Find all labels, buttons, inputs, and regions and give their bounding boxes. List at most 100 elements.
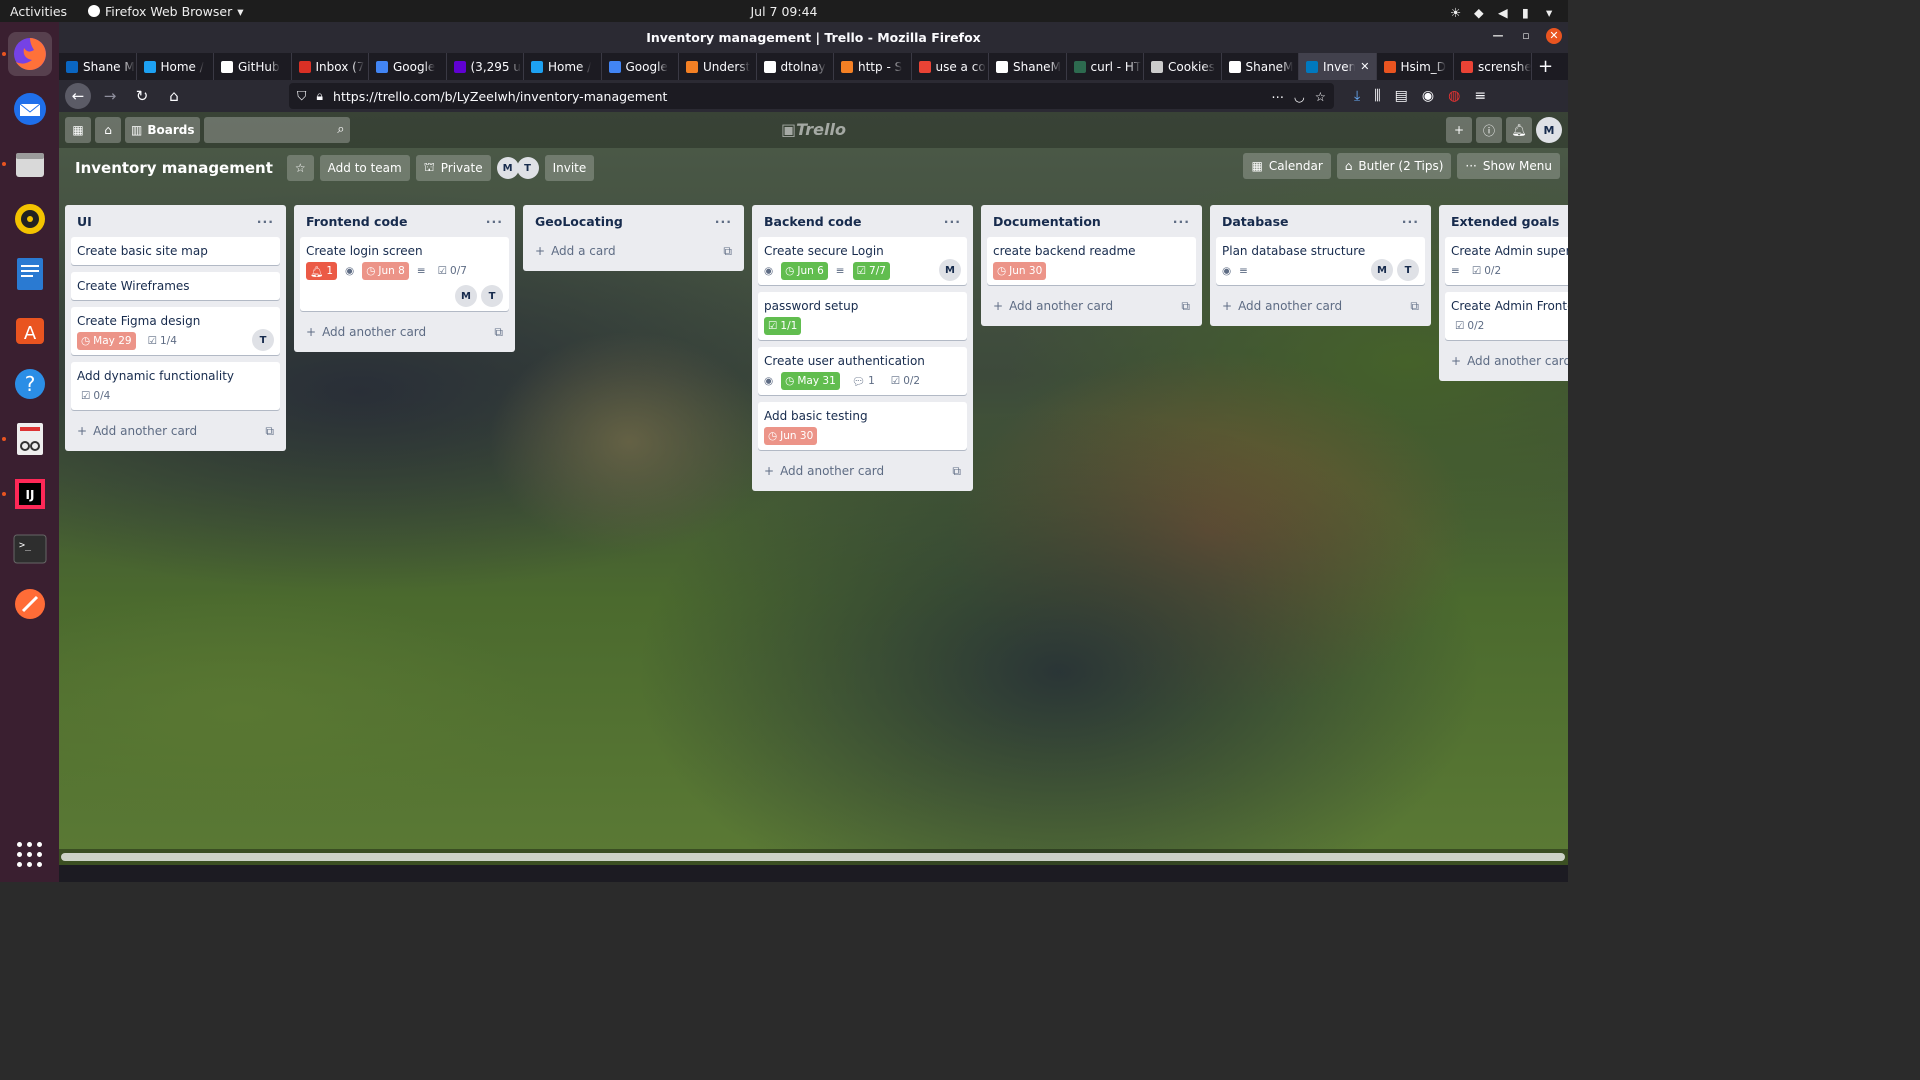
boards-button[interactable]: ▥ Boards (125, 117, 201, 143)
browser-tab[interactable]: curl - HT (1067, 53, 1144, 80)
card[interactable]: Add dynamic functionality ☑ 0/4 (71, 362, 280, 410)
browser-tab[interactable]: Home / (137, 53, 214, 80)
horizontal-scrollbar[interactable] (59, 849, 1568, 865)
browser-tab[interactable]: ShaneM (1222, 53, 1299, 80)
sidebar-icon[interactable]: ▤ (1395, 88, 1408, 104)
card[interactable]: Create Admin superuse ≡ ☑0/2 (1445, 237, 1568, 285)
due-date-badge[interactable]: ◷ Jun 8 (362, 262, 409, 280)
card[interactable]: Create basic site map (71, 237, 280, 265)
notifications-button[interactable]: 🔔︎ (1506, 117, 1532, 143)
more-icon[interactable]: ··· (944, 214, 961, 229)
avatar[interactable]: M (455, 285, 477, 307)
dock-rhythmbox[interactable] (8, 197, 52, 241)
browser-tab[interactable]: Hsim_D (1377, 53, 1454, 80)
search-input[interactable]: ⌕ (204, 117, 351, 143)
dock-reader[interactable] (1, 417, 52, 461)
home-button[interactable]: ⌂ (161, 83, 187, 109)
download-icon[interactable]: ⤓ (1354, 88, 1360, 104)
due-date-badge[interactable]: ◷ May 31 (781, 372, 840, 390)
browser-tab[interactable]: Shane M (59, 53, 137, 80)
add-card-button[interactable]: +Add another card⧉ (987, 292, 1196, 320)
add-card-button[interactable]: +Add another card⧉ (300, 318, 509, 346)
dock-thunderbird[interactable] (8, 87, 52, 131)
card[interactable]: Create secure Login ◉ ◷ Jun 6 ≡ ☑ 7/7 M (758, 237, 967, 285)
add-card-button[interactable]: +Add another card⧉ (1216, 292, 1425, 320)
invite-button[interactable]: Invite (544, 155, 595, 181)
avatar[interactable]: M (939, 259, 961, 281)
forward-button[interactable]: → (97, 83, 123, 109)
account-icon[interactable]: ◉ (1422, 88, 1434, 104)
due-date-badge[interactable]: ◷ Jun 6 (781, 262, 828, 280)
extension-icon[interactable]: ◍ (1448, 88, 1460, 104)
add-card-button[interactable]: + Add a card ⧉ (529, 237, 738, 265)
browser-tab[interactable]: Inbox (7 (292, 53, 369, 80)
list-header[interactable]: Backend code ··· (758, 205, 967, 237)
browser-tab[interactable]: Google (602, 53, 679, 80)
browser-tab[interactable]: screnshe (1454, 53, 1532, 80)
more-icon[interactable]: ··· (1173, 214, 1190, 229)
browser-tab[interactable]: http - S (834, 53, 912, 80)
new-tab-button[interactable]: + (1532, 53, 1560, 80)
user-avatar[interactable]: M (1536, 117, 1562, 143)
trello-logo[interactable]: ▣Trello (781, 120, 846, 139)
card[interactable]: Plan database structure ◉ ≡ M T (1216, 237, 1425, 285)
browser-tab[interactable]: GitHub (214, 53, 292, 80)
avatar[interactable]: T (252, 329, 274, 351)
butler-button[interactable]: ⌂ Butler (2 Tips) (1336, 153, 1452, 179)
add-card-button[interactable]: +Add another card⧉ (71, 417, 280, 445)
info-button[interactable]: ⓘ (1476, 117, 1502, 143)
browser-tab[interactable]: Cookies (1144, 53, 1222, 80)
more-icon[interactable]: ··· (257, 214, 274, 229)
due-date-badge[interactable]: ◷ Jun 30 (764, 427, 818, 445)
list-header[interactable]: Documentation ··· (987, 205, 1196, 237)
reload-button[interactable]: ↻ (129, 83, 155, 109)
more-icon[interactable]: ··· (715, 214, 732, 229)
avatar[interactable]: M (1371, 259, 1393, 281)
list-header[interactable]: UI ··· (71, 205, 280, 237)
dock-help[interactable]: ? (8, 362, 52, 406)
maximize-icon[interactable]: ▫ (1518, 28, 1534, 44)
dock-software[interactable]: A (8, 307, 52, 351)
app-menu[interactable]: Firefox Web Browser ▾ (88, 4, 244, 19)
browser-tab[interactable]: (3,295 u (447, 53, 524, 80)
card[interactable]: create backend readme ◷ Jun 30 (987, 237, 1196, 285)
calendar-button[interactable]: ▦ Calendar (1243, 153, 1331, 179)
card[interactable]: Add basic testing ◷ Jun 30 (758, 402, 967, 450)
card[interactable]: Create user authentication ◉ ◷ May 31 💬︎ 1 ☑ 0/… (758, 347, 967, 395)
add-card-button[interactable]: +Add another card⧉ (1445, 347, 1568, 375)
template-icon[interactable]: ⧉ (1181, 299, 1190, 314)
create-button[interactable]: + (1446, 117, 1472, 143)
activities-button[interactable]: Activities (0, 4, 80, 19)
template-icon[interactable]: ⧉ (494, 325, 503, 340)
template-icon[interactable]: ⧉ (1410, 299, 1419, 314)
card[interactable]: Create Wireframes (71, 272, 280, 300)
show-menu-button[interactable]: ··· Show Menu (1457, 153, 1560, 179)
back-button[interactable]: ← (65, 83, 91, 109)
dock-terminal[interactable]: >_ (8, 527, 52, 571)
list-header[interactable]: Extended goals··· (1445, 205, 1568, 237)
template-icon[interactable]: ⧉ (723, 244, 732, 259)
close-icon[interactable]: ✕ (1546, 28, 1562, 44)
star-button[interactable]: ☆ (286, 155, 314, 181)
card[interactable]: Create login screen 🔔︎ 1 ◉ ◷ Jun 8 ≡ ☑ 0/7 M T (300, 237, 509, 311)
bookmark-star-icon[interactable]: ☆ (1315, 89, 1326, 104)
template-icon[interactable]: ⧉ (952, 464, 961, 479)
visibility-button[interactable]: ⛫ Private (415, 155, 491, 181)
library-icon[interactable]: ⫼ (1374, 88, 1380, 104)
due-date-badge[interactable]: ◷ May 29 (77, 332, 136, 350)
more-icon[interactable]: ··· (486, 214, 503, 229)
more-icon[interactable]: ··· (1402, 214, 1419, 229)
list-header[interactable]: Frontend code ··· (300, 205, 509, 237)
list-header[interactable]: GeoLocating ··· (529, 205, 738, 237)
apps-button[interactable]: ▦ (65, 117, 91, 143)
avatar[interactable]: T (516, 157, 539, 179)
add-to-team-button[interactable]: Add to team (319, 155, 410, 181)
browser-tab[interactable]: Underst (679, 53, 757, 80)
avatar[interactable]: M (496, 157, 519, 179)
minimize-icon[interactable]: — (1490, 28, 1506, 44)
browser-tab[interactable]: Inven ✕ (1299, 53, 1377, 80)
browser-tab[interactable]: Google (369, 53, 447, 80)
close-icon[interactable]: ✕ (1360, 60, 1369, 73)
page-actions-icon[interactable]: ⋯ (1271, 89, 1284, 104)
dock-files[interactable] (1, 142, 52, 186)
